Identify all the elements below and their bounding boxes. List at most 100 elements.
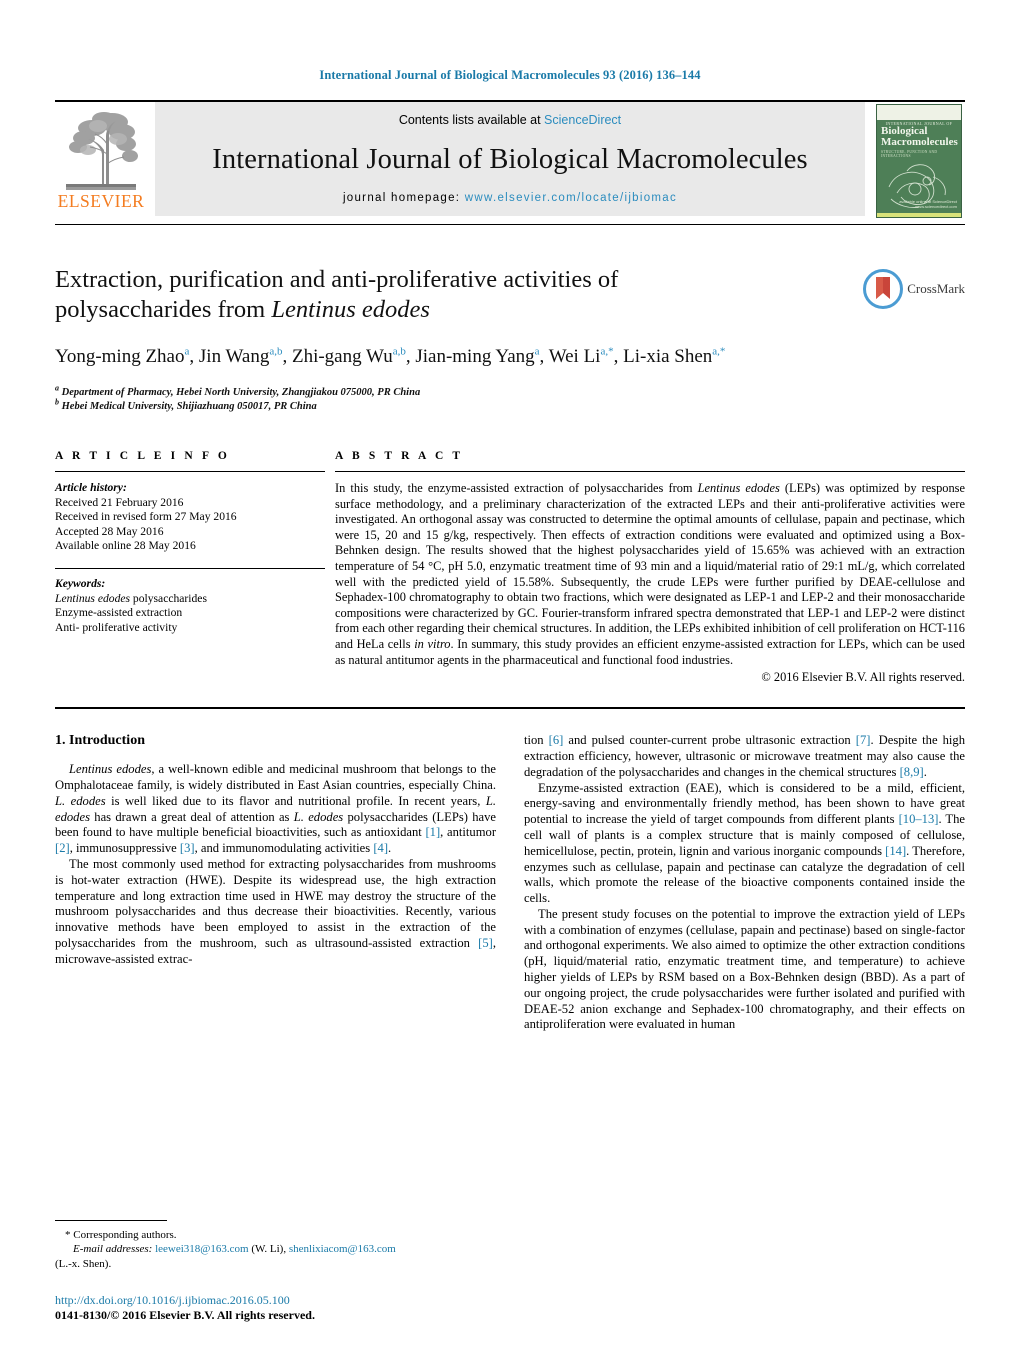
body-paragraph: Enzyme-assisted extraction (EAE), which … (524, 781, 965, 907)
affiliation-text: Department of Pharmacy, Hebei North Univ… (62, 387, 421, 398)
keyword-item: Anti- proliferative activity (55, 621, 325, 636)
citation-ref[interactable]: [2] (55, 841, 70, 855)
history-item: Received in revised form 27 May 2016 (55, 510, 325, 525)
introduction-heading: 1. Introduction (55, 733, 496, 749)
author-entry: Jin Wanga,b (199, 346, 283, 367)
email-line: E-mail addresses: leewei318@163.com (W. … (55, 1242, 485, 1257)
title-line-2-prefix: polysaccharides from (55, 296, 271, 323)
affiliation-marker: a (55, 384, 59, 393)
article-page: International Journal of Biological Macr… (0, 0, 1020, 1351)
author-affil-marker: a,b (269, 346, 282, 358)
affiliation-marker: b (55, 398, 59, 407)
author-entry: Zhi-gang Wua,b (292, 346, 406, 367)
cover-sciencedirect-note: available online at ScienceDirect www.sc… (877, 199, 957, 209)
keywords-label: Keywords: (55, 577, 325, 592)
elsevier-wordmark: ELSEVIER (58, 193, 145, 211)
body-paragraph: The most commonly used method for extrac… (55, 857, 496, 968)
citation-ref[interactable]: [10–13] (899, 812, 939, 826)
title-species-name: Lentinus edodes (271, 296, 430, 323)
author-affil-marker: a,b (393, 346, 406, 358)
author-entry: Yong-ming Zhaoa (55, 346, 189, 367)
masthead-bottom-rule (55, 224, 965, 225)
sciencedirect-link[interactable]: ScienceDirect (544, 113, 621, 127)
keyword-species: Lentinus edodes (55, 592, 130, 605)
citation-ref[interactable]: [14] (885, 844, 906, 858)
abstract-column: A B S T R A C T In this study, the enzym… (335, 450, 965, 685)
body-right-column: tion [6] and pulsed counter-current prob… (524, 733, 965, 1033)
body-paragraph: Lentinus edodes, a well-known edible and… (55, 762, 496, 857)
history-item: Received 21 February 2016 (55, 496, 325, 511)
citation-ref[interactable]: [4] (373, 841, 388, 855)
author-entry: Wei Lia,* (549, 346, 614, 367)
citation-ref[interactable]: [5] (478, 936, 493, 950)
page-title: Extraction, purification and anti-prolif… (55, 265, 843, 325)
affiliation-item: b Hebei Medical University, Shijiazhuang… (55, 400, 965, 414)
cover-image: INTERNATIONAL JOURNAL OF Biological Macr… (876, 104, 962, 218)
author-affil-marker: a (185, 346, 190, 358)
journal-homepage-line: journal homepage: www.elsevier.com/locat… (343, 192, 677, 204)
citation-ref[interactable]: [6] (549, 733, 564, 747)
author-name: Yong-ming Zhao (55, 346, 185, 367)
journal-banner: Contents lists available at ScienceDirec… (155, 102, 865, 216)
footnote-rule (55, 1220, 167, 1221)
body-left-column: 1. Introduction Lentinus edodes, a well-… (55, 733, 496, 1033)
author-name: Jian-ming Yang (415, 346, 534, 367)
author-entry: Jian-ming Yanga (415, 346, 539, 367)
homepage-url-link[interactable]: www.elsevier.com/locate/ijbiomac (465, 192, 677, 204)
body-top-rule (55, 707, 965, 709)
footnote-star: * (65, 1229, 71, 1241)
title-line-1: Extraction, purification and anti-prolif… (55, 266, 618, 293)
author-affil-marker: a,* (600, 346, 613, 358)
info-abstract-section: A R T I C L E I N F O Article history: R… (55, 450, 965, 685)
contents-list-line: Contents lists available at ScienceDirec… (399, 113, 621, 127)
elsevier-tree-icon (60, 106, 142, 192)
article-info-column: A R T I C L E I N F O Article history: R… (55, 450, 335, 685)
affiliation-text: Hebei Medical University, Shijiazhuang 0… (62, 401, 317, 412)
doi-block: http://dx.doi.org/10.1016/j.ijbiomac.201… (55, 1293, 495, 1323)
doi-link[interactable]: http://dx.doi.org/10.1016/j.ijbiomac.201… (55, 1293, 495, 1308)
crossmark-badge[interactable]: CrossMark (853, 265, 965, 309)
corresponding-authors-line: * Corresponding authors. (55, 1228, 485, 1243)
article-body: 1. Introduction Lentinus edodes, a well-… (55, 733, 965, 1033)
crossmark-label: CrossMark (907, 281, 965, 297)
article-info-rule (55, 471, 325, 472)
email-owner-2: (L.-x. Shen). (55, 1257, 485, 1272)
journal-masthead: ELSEVIER Contents lists available at Sci… (55, 100, 965, 224)
title-and-authors: Extraction, purification and anti-prolif… (55, 265, 853, 369)
citation-ref[interactable]: [7] (856, 733, 871, 747)
footnote-text: * Corresponding authors. E-mail addresse… (55, 1228, 485, 1272)
keyword-item: Lentinus edodes polysaccharides (55, 592, 325, 607)
corresponding-author-footnote: * Corresponding authors. E-mail addresse… (55, 1220, 485, 1272)
abstract-rule (335, 471, 965, 472)
author-name: Jin Wang (199, 346, 269, 367)
author-affil-marker: a,* (712, 346, 725, 358)
homepage-prefix: journal homepage: (343, 192, 465, 204)
contents-prefix: Contents lists available at (399, 113, 544, 127)
keywords-group: Keywords: Lentinus edodes polysaccharide… (55, 577, 325, 635)
article-history-label: Article history: (55, 481, 325, 496)
author-name: Zhi-gang Wu (292, 346, 393, 367)
cover-bottom-band (877, 213, 961, 217)
keyword-item: Enzyme-assisted extraction (55, 606, 325, 621)
affiliation-item: a Department of Pharmacy, Hebei North Un… (55, 386, 965, 400)
email-addresses-label: E-mail addresses: (73, 1243, 152, 1255)
abstract-heading: A B S T R A C T (335, 450, 965, 462)
citation-ref[interactable]: [3] (180, 841, 195, 855)
journal-title: International Journal of Biological Macr… (212, 144, 807, 176)
affiliation-list: a Department of Pharmacy, Hebei North Un… (55, 386, 965, 414)
email-link-1[interactable]: leewei318@163.com (155, 1243, 249, 1255)
article-history-group: Article history: Received 21 February 20… (55, 481, 325, 554)
crossmark-icon (863, 269, 903, 309)
author-name: Li-xia Shen (623, 346, 712, 367)
citation-ref[interactable]: [1] (425, 825, 440, 839)
citation-ref[interactable]: [8,9] (900, 765, 924, 779)
history-item: Accepted 28 May 2016 (55, 525, 325, 540)
body-paragraph: tion [6] and pulsed counter-current prob… (524, 733, 965, 780)
elsevier-logo: ELSEVIER (55, 102, 147, 224)
abstract-text: In this study, the enzyme-assisted extra… (335, 481, 965, 668)
email-link-2[interactable]: shenlixiacom@163.com (289, 1243, 396, 1255)
author-list: Yong-ming Zhaoa, Jin Wanga,b, Zhi-gang W… (55, 344, 843, 369)
running-head: International Journal of Biological Macr… (55, 0, 965, 83)
abstract-copyright: © 2016 Elsevier B.V. All rights reserved… (335, 670, 965, 685)
keywords-rule (55, 568, 325, 569)
